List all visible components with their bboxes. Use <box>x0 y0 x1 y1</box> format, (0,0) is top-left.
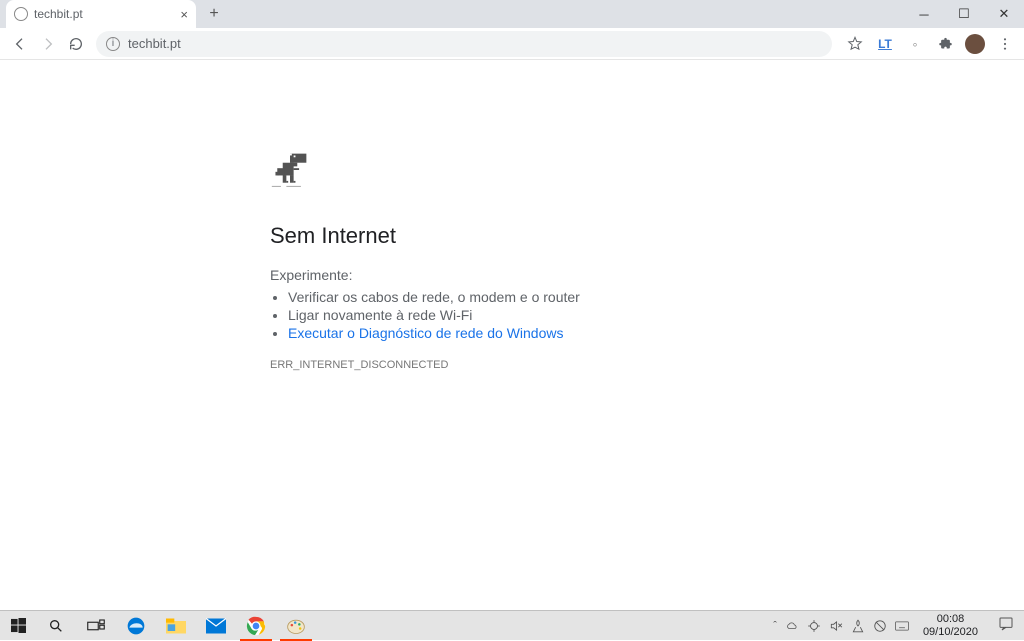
site-info-icon[interactable]: i <box>106 37 120 51</box>
chrome-app-icon[interactable] <box>236 611 276 641</box>
location-icon[interactable] <box>807 619 821 633</box>
window-controls: ─ ☐ ✕ <box>904 0 1024 28</box>
maximize-button[interactable]: ☐ <box>944 0 984 28</box>
address-text: techbit.pt <box>128 36 181 51</box>
chrome-menu-button[interactable] <box>992 31 1018 57</box>
edge-app-icon[interactable] <box>116 611 156 641</box>
system-tray[interactable]: ˆ <box>773 619 909 633</box>
try-label: Experimente: <box>270 267 750 283</box>
close-window-button[interactable]: ✕ <box>984 0 1024 28</box>
back-button[interactable] <box>6 30 34 58</box>
task-view-button[interactable] <box>76 611 116 641</box>
file-explorer-icon[interactable] <box>156 611 196 641</box>
mail-app-icon[interactable] <box>196 611 236 641</box>
suggestion-item: Executar o Diagnóstico de rede do Window… <box>288 325 750 341</box>
offline-error-page: Sem Internet Experimente: Verificar os c… <box>0 60 1024 610</box>
browser-toolbar: i techbit.pt LT ◦ <box>0 28 1024 60</box>
network-disconnected-icon[interactable] <box>873 619 887 633</box>
reload-button[interactable] <box>62 30 90 58</box>
new-tab-button[interactable]: + <box>202 2 226 26</box>
action-center-button[interactable] <box>992 616 1020 635</box>
taskbar-time: 00:08 <box>923 613 978 625</box>
extension-icon[interactable]: ◦ <box>902 31 928 57</box>
tab-title: techbit.pt <box>34 7 83 21</box>
minimize-button[interactable]: ─ <box>904 0 944 28</box>
forward-button[interactable] <box>34 30 62 58</box>
volume-muted-icon[interactable] <box>829 619 843 633</box>
close-tab-icon[interactable]: × <box>180 7 188 22</box>
keyboard-layout-icon[interactable] <box>895 619 909 633</box>
search-button[interactable] <box>36 611 76 641</box>
suggestion-item: Verificar os cabos de rede, o modem e o … <box>288 289 750 305</box>
suggestion-list: Verificar os cabos de rede, o modem e o … <box>288 289 750 341</box>
windows-taskbar: ˆ 00:08 09/10/2020 <box>0 610 1024 640</box>
error-code: ERR_INTERNET_DISCONNECTED <box>270 359 750 371</box>
profile-avatar[interactable] <box>962 31 988 57</box>
error-heading: Sem Internet <box>270 223 750 249</box>
toolbar-right-icons: LT ◦ <box>842 31 1018 57</box>
globe-icon <box>14 7 28 21</box>
bookmark-button[interactable] <box>842 31 868 57</box>
suggestion-item: Ligar novamente à rede Wi-Fi <box>288 307 750 323</box>
browser-tab[interactable]: techbit.pt × <box>6 0 196 28</box>
taskbar-clock[interactable]: 00:08 09/10/2020 <box>917 613 984 637</box>
taskbar-date: 09/10/2020 <box>923 626 978 638</box>
paint-app-icon[interactable] <box>276 611 316 641</box>
diagnostics-link[interactable]: Executar o Diagnóstico de rede do Window… <box>288 325 563 341</box>
tray-chevron-up-icon[interactable]: ˆ <box>773 620 777 632</box>
language-tool-extension-icon[interactable]: LT <box>872 31 898 57</box>
onedrive-icon[interactable] <box>785 619 799 633</box>
extensions-button[interactable] <box>932 31 958 57</box>
tray-app-icon[interactable] <box>851 619 865 633</box>
browser-tab-strip: techbit.pt × + ─ ☐ ✕ <box>0 0 1024 28</box>
address-bar[interactable]: i techbit.pt <box>96 31 832 57</box>
dino-icon[interactable] <box>270 150 310 190</box>
start-button[interactable] <box>0 611 36 641</box>
